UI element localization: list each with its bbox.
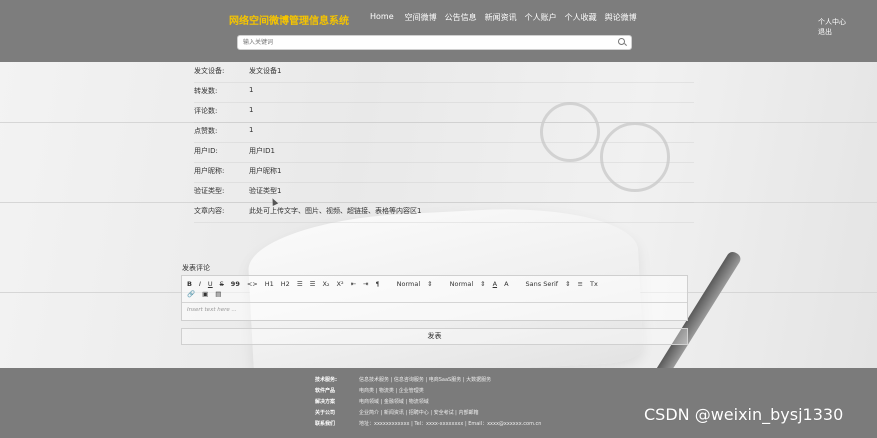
search-bar xyxy=(237,35,632,50)
detail-value: 此处可上传文字、图片、视频、超链接、表格等内容区1 xyxy=(249,207,422,215)
footer-key: 软件产品 xyxy=(315,388,336,394)
underline-button[interactable]: U xyxy=(208,280,213,288)
main-nav: Home 空间微博 公告信息 新闻资讯 个人账户 个人收藏 舆论微博 xyxy=(370,12,637,23)
footer-links[interactable]: 企业简介 | 新闻资讯 | 招聘中心 | 安全考试 | 内部邮箱 xyxy=(359,409,478,416)
detail-label: 评论数: xyxy=(194,107,218,115)
bullet-list-button[interactable]: ☰ xyxy=(310,280,316,288)
h2-button[interactable]: H2 xyxy=(281,280,290,288)
footer-contact: 地址：xxxxxxxxxxxx | Tel：xxxx-xxxxxxxx | Em… xyxy=(359,421,542,427)
detail-label: 转发数: xyxy=(194,87,218,95)
nav-weibo[interactable]: 空间微博 xyxy=(405,12,437,23)
ordered-list-button[interactable]: ☰ xyxy=(297,280,303,288)
image-icon[interactable]: ▣ xyxy=(202,290,208,298)
strike-button[interactable]: S xyxy=(220,280,224,288)
footer-key: 联系我们 xyxy=(315,421,336,427)
footer: 技术服务: 信息技术服务 | 信息咨询服务 | 电商SaaS服务 | 大数据服务… xyxy=(0,368,877,438)
footer-links[interactable]: 电商类 | 物流类 | 企业管理类 xyxy=(359,387,424,394)
nav-home[interactable]: Home xyxy=(370,12,394,23)
text-direction-button[interactable]: ¶ xyxy=(376,280,380,288)
logout-link[interactable]: 退出 xyxy=(818,27,846,37)
user-links: 个人中心 退出 xyxy=(818,17,846,37)
chevron-updown-icon: ⇕ xyxy=(565,280,571,288)
background-color-button[interactable]: A xyxy=(504,280,508,288)
rich-text-editor: B I U S 99 <> H1 H2 ☰ ☰ X₂ X² ⇤ ⇥ ¶ Norm… xyxy=(181,275,688,321)
detail-row-verification: 验证类型: 验证类型1 xyxy=(194,186,694,203)
detail-label: 发文设备: xyxy=(194,67,225,75)
detail-row-comments: 评论数: 1 xyxy=(194,106,694,123)
detail-row-reposts: 转发数: 1 xyxy=(194,86,694,103)
detail-row-content: 文章内容: 此处可上传文字、图片、视频、超链接、表格等内容区1 xyxy=(194,206,694,223)
bold-button[interactable]: B xyxy=(187,280,192,288)
detail-row-user-id: 用户ID: 用户ID1 xyxy=(194,146,694,163)
detail-value: 1 xyxy=(249,126,254,134)
nav-account[interactable]: 个人账户 xyxy=(525,12,557,23)
submit-comment-button[interactable]: 发表 xyxy=(181,328,688,345)
text-color-button[interactable]: A xyxy=(493,280,497,288)
editor-toolbar: B I U S 99 <> H1 H2 ☰ ☰ X₂ X² ⇤ ⇥ ¶ Norm… xyxy=(182,276,687,303)
footer-links[interactable]: 信息技术服务 | 信息咨询服务 | 电商SaaS服务 | 大数据服务 xyxy=(359,376,491,383)
site-title[interactable]: 网络空间微博管理信息系统 xyxy=(229,12,349,27)
video-icon[interactable]: ▤ xyxy=(215,290,221,298)
chevron-updown-icon: ⇕ xyxy=(480,280,486,288)
personal-center-link[interactable]: 个人中心 xyxy=(818,17,846,27)
align-button[interactable]: ≡ xyxy=(578,280,583,288)
top-header: 网络空间微博管理信息系统 Home 空间微博 公告信息 新闻资讯 个人账户 个人… xyxy=(0,0,877,62)
detail-label: 用户昵称: xyxy=(194,167,225,175)
detail-row-likes: 点赞数: 1 xyxy=(194,126,694,143)
detail-value: 发文设备1 xyxy=(249,67,282,75)
nav-announcements[interactable]: 公告信息 xyxy=(445,12,477,23)
header-select[interactable]: Normal xyxy=(450,280,474,288)
footer-key: 解决方案 xyxy=(315,399,336,405)
subscript-button[interactable]: X₂ xyxy=(322,280,329,288)
detail-label: 验证类型: xyxy=(194,187,225,195)
comment-label: 发表评论 xyxy=(182,264,210,272)
clean-format-button[interactable]: Tx xyxy=(590,280,598,288)
size-select[interactable]: Normal xyxy=(397,280,421,288)
outdent-button[interactable]: ⇤ xyxy=(351,280,356,288)
editor-content-area[interactable]: Insert text here ... xyxy=(182,303,687,317)
italic-button[interactable]: I xyxy=(199,280,201,288)
search-icon[interactable] xyxy=(618,38,625,45)
nav-news[interactable]: 新闻资讯 xyxy=(485,12,517,23)
nav-public-opinion[interactable]: 舆论微博 xyxy=(605,12,637,23)
chevron-updown-icon: ⇕ xyxy=(427,280,433,288)
detail-label: 用户ID: xyxy=(194,147,218,155)
detail-value: 用户昵称1 xyxy=(249,167,282,175)
footer-key: 关于公司 xyxy=(315,410,336,416)
detail-row-device: 发文设备: 发文设备1 xyxy=(194,66,694,83)
search-input[interactable] xyxy=(238,36,598,49)
link-icon[interactable]: 🔗 xyxy=(187,290,195,298)
detail-row-nickname: 用户昵称: 用户昵称1 xyxy=(194,166,694,183)
footer-key: 技术服务: xyxy=(315,377,337,383)
detail-value: 1 xyxy=(249,106,254,114)
detail-label: 点赞数: xyxy=(194,127,218,135)
nav-favorites[interactable]: 个人收藏 xyxy=(565,12,597,23)
footer-links[interactable]: 电商领域 | 金融领域 | 物流领域 xyxy=(359,398,429,405)
detail-value: 1 xyxy=(249,86,254,94)
font-select[interactable]: Sans Serif xyxy=(526,280,559,288)
detail-value: 验证类型1 xyxy=(249,187,282,195)
detail-label: 文章内容: xyxy=(194,207,225,215)
watermark: CSDN @weixin_bysj1330 xyxy=(644,405,844,424)
detail-value: 用户ID1 xyxy=(249,147,275,155)
code-button[interactable]: <> xyxy=(247,280,258,288)
indent-button[interactable]: ⇥ xyxy=(363,280,368,288)
superscript-button[interactable]: X² xyxy=(337,280,344,288)
quote-button[interactable]: 99 xyxy=(231,280,240,288)
h1-button[interactable]: H1 xyxy=(265,280,274,288)
